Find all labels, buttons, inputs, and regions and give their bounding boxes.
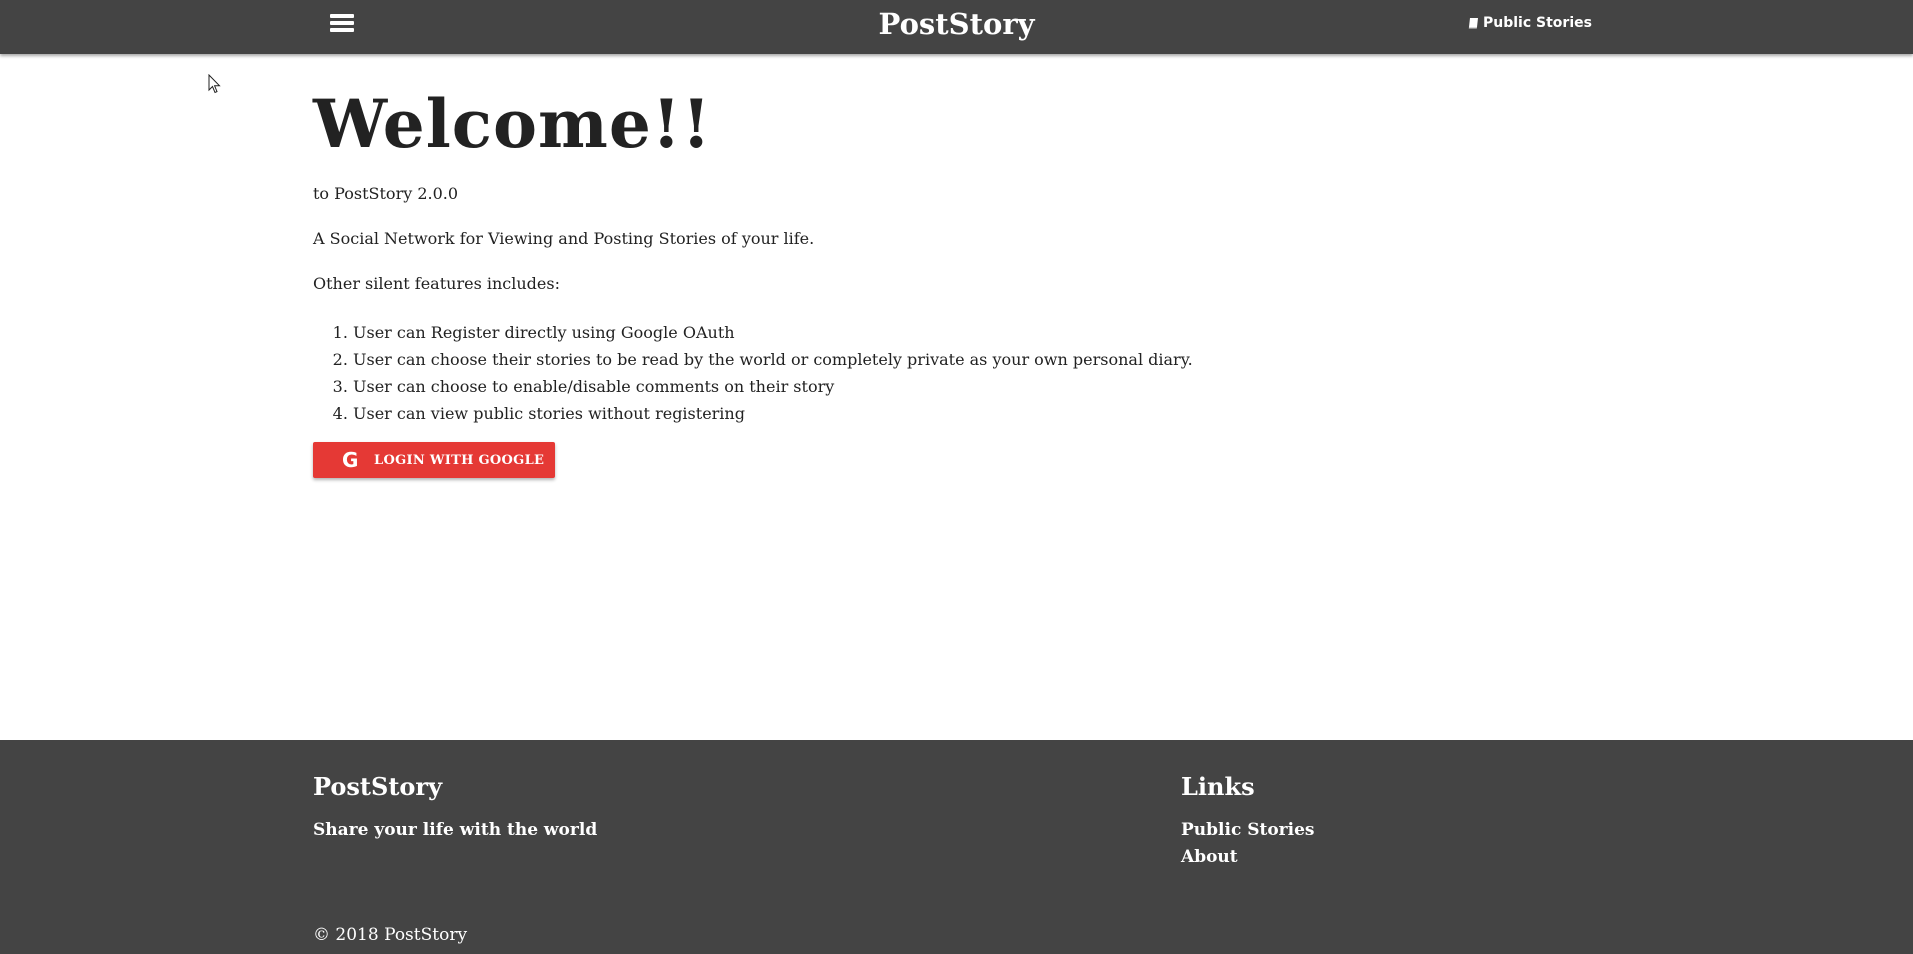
list-item: User can Register directly using Google … xyxy=(353,319,1193,346)
page-title: Welcome!! xyxy=(313,85,712,163)
list-item: User can choose their stories to be read… xyxy=(353,346,1193,373)
nav-public-stories-link[interactable]: Public Stories xyxy=(1468,15,1592,31)
book-icon xyxy=(1468,18,1478,29)
nav-public-stories-label: Public Stories xyxy=(1483,15,1592,31)
version-subtitle: to PostStory 2.0.0 xyxy=(313,184,459,203)
google-icon: G xyxy=(342,448,359,472)
footer: PostStory Share your life with the world… xyxy=(0,740,1913,954)
footer-links-title: Links xyxy=(1181,772,1255,801)
copyright-text: © 2018 PostStory xyxy=(313,925,468,945)
main-content: Welcome!! to PostStory 2.0.0 A Social Ne… xyxy=(313,84,1593,478)
brand-logo: PostStory xyxy=(0,7,1913,41)
footer-link-about[interactable]: About xyxy=(1181,847,1238,867)
footer-brand: PostStory xyxy=(313,772,443,801)
login-with-google-button[interactable]: G LOGIN WITH GOOGLE xyxy=(313,442,555,478)
list-item: User can view public stories without reg… xyxy=(353,400,1193,427)
brand-link[interactable]: PostStory xyxy=(879,7,1035,41)
site-description: A Social Network for Viewing and Posting… xyxy=(313,229,815,248)
features-list: User can Register directly using Google … xyxy=(313,319,1193,427)
footer-link-public-stories[interactable]: Public Stories xyxy=(1181,820,1315,840)
features-intro: Other silent features includes: xyxy=(313,274,560,293)
login-button-label: LOGIN WITH GOOGLE xyxy=(374,452,545,468)
top-navbar: PostStory Public Stories xyxy=(0,0,1913,54)
list-item: User can choose to enable/disable commen… xyxy=(353,373,1193,400)
mouse-cursor-icon xyxy=(208,74,221,94)
footer-tagline: Share your life with the world xyxy=(313,820,598,840)
hamburger-menu-icon[interactable] xyxy=(330,12,354,34)
